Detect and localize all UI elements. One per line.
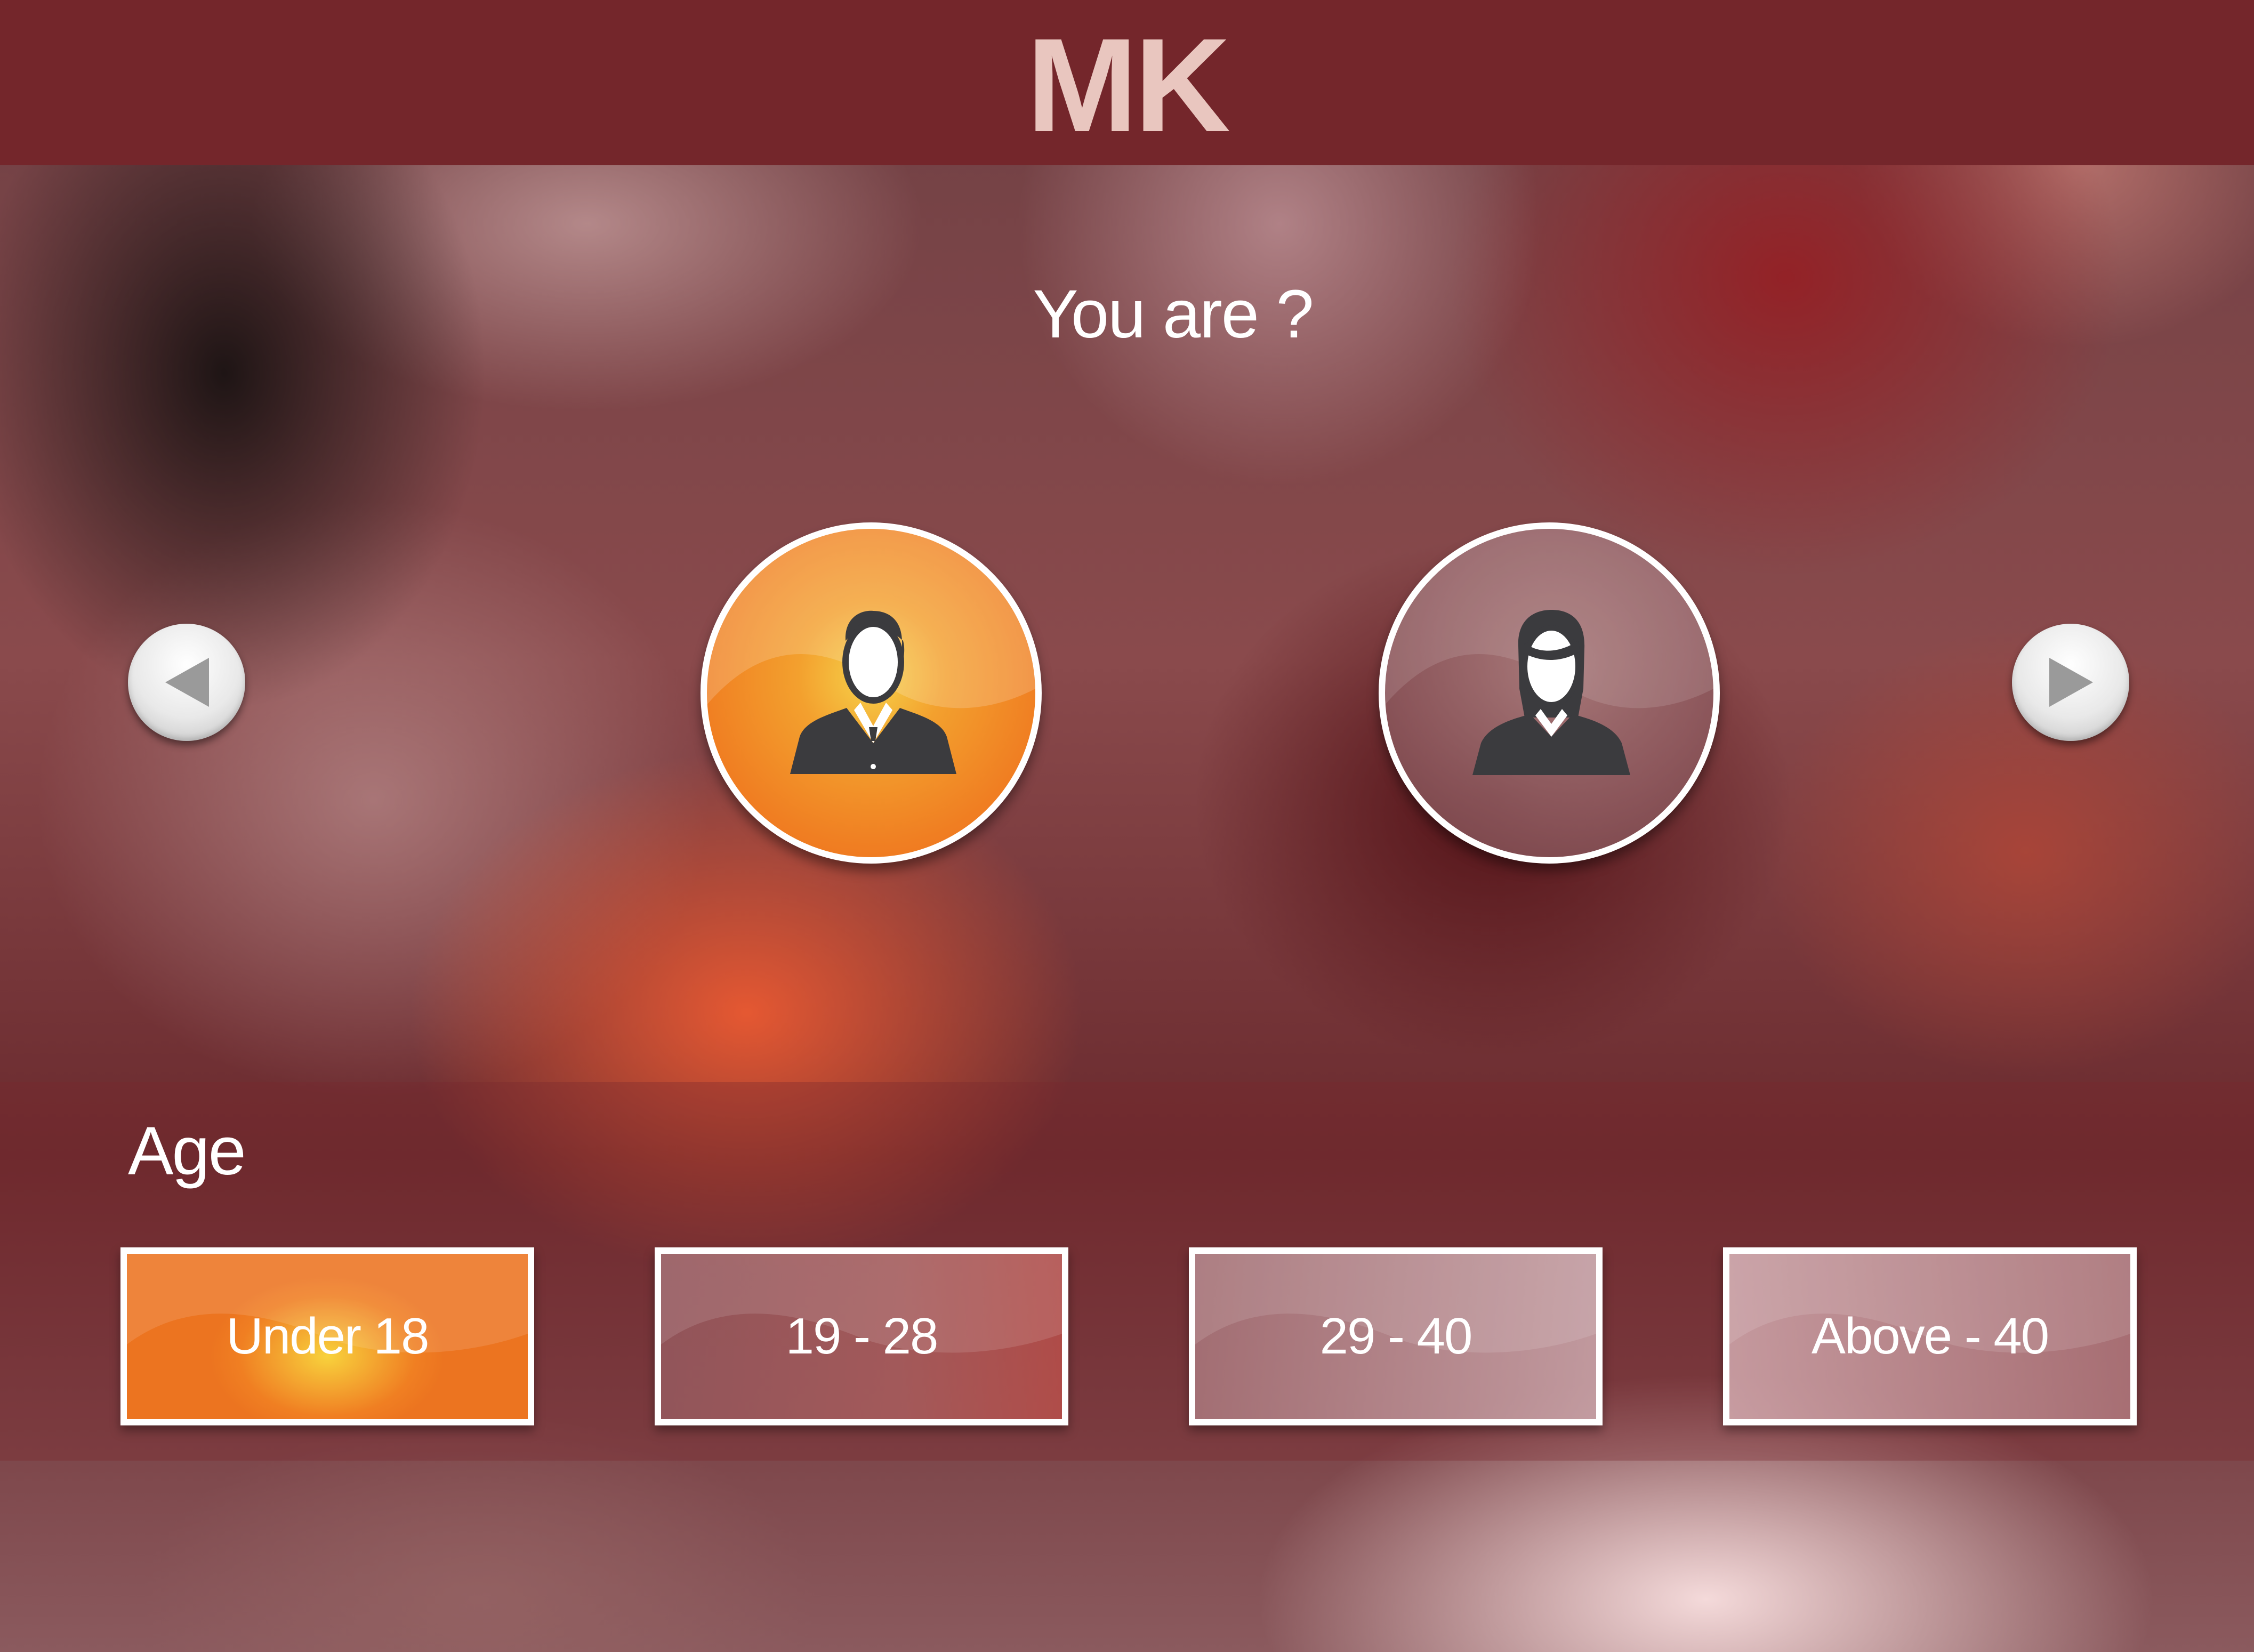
female-user-icon — [1472, 610, 1630, 775]
previous-button[interactable] — [128, 624, 245, 741]
age-option-label: Above - 40 — [1811, 1308, 2049, 1365]
age-option-above-40[interactable]: Above - 40 — [1723, 1247, 2137, 1425]
next-button[interactable] — [2012, 624, 2129, 741]
gender-option-female[interactable] — [1379, 522, 1720, 864]
gender-question: You are ? — [1033, 276, 1314, 352]
male-user-icon — [790, 610, 956, 774]
app-title: MK — [1026, 11, 1231, 159]
gender-option-male[interactable] — [701, 522, 1042, 864]
age-label: Age — [128, 1113, 246, 1189]
age-option-29-40[interactable]: 29 - 40 — [1189, 1247, 1603, 1425]
chevron-right-icon — [2049, 658, 2093, 707]
chevron-left-icon — [165, 658, 209, 707]
age-option-19-28[interactable]: 19 - 28 — [655, 1247, 1068, 1425]
age-option-label: 29 - 40 — [1319, 1308, 1473, 1365]
age-option-under-18[interactable]: Under 18 — [120, 1247, 534, 1425]
header-bar: MK — [0, 0, 2254, 165]
age-option-label: 19 - 28 — [785, 1308, 939, 1365]
age-option-label: Under 18 — [226, 1308, 430, 1365]
